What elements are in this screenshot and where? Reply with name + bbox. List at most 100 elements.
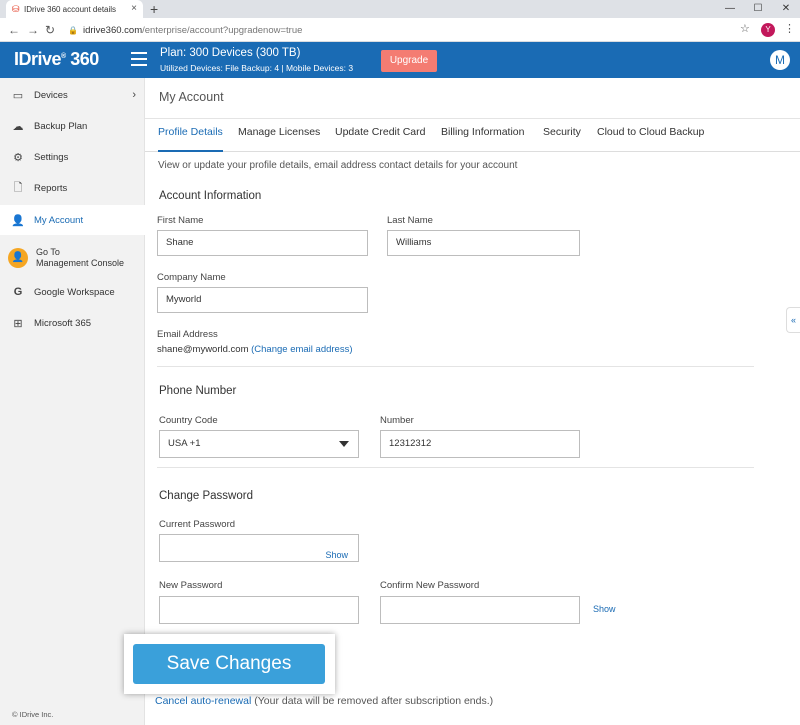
first-name-field[interactable]: Shane [157,230,368,256]
upgrade-button[interactable]: Upgrade [381,50,437,72]
bookmark-star-icon[interactable]: ☆ [740,22,750,35]
back-arrow-icon[interactable]: ← [8,22,20,38]
new-tab-icon[interactable]: + [150,0,158,18]
browser-menu-icon[interactable]: ⋮ [784,22,795,35]
idrive-favicon-icon: ⛁ [12,3,20,14]
sidebar-item-label: Microsoft 365 [34,317,92,329]
maximize-window-icon[interactable]: ☐ [744,0,772,18]
save-changes-button[interactable]: Save Changes [133,644,325,684]
plan-title: Plan: 300 Devices (300 TB) [160,47,301,59]
collapse-panel-icon[interactable]: « [786,307,800,333]
sidebar-item-label: Google Workspace [34,286,115,298]
reload-icon[interactable]: ↻ [45,22,55,38]
tab-close-icon[interactable]: × [131,3,137,15]
sidebar-item-microsoft-365[interactable]: ⊞ Microsoft 365 [0,308,145,338]
sidebar-item-backup-plan[interactable]: ☁ Backup Plan [0,111,145,141]
change-password-heading: Change Password [159,490,253,502]
tab-security[interactable]: Security [543,120,581,152]
account-tabs: Profile Details Manage Licenses Update C… [145,120,800,152]
country-code-select[interactable]: USA +1 [159,430,359,458]
dropdown-arrow-icon [339,441,349,447]
forward-arrow-icon[interactable]: → [27,22,39,38]
console-icon: 👤 [8,248,28,268]
tab-update-credit-card[interactable]: Update Credit Card [335,120,425,152]
last-name-label: Last Name [387,215,433,226]
phone-heading: Phone Number [159,385,237,397]
company-name-field[interactable]: Myworld [157,287,368,313]
hamburger-menu-icon[interactable] [131,52,147,66]
sidebar-item-my-account[interactable]: 👤 My Account [0,205,145,235]
devices-icon: ▭ [12,89,24,102]
change-email-link[interactable]: (Change email address) [251,344,352,355]
country-code-value: USA +1 [168,438,201,449]
show-current-password-link[interactable]: Show [325,543,348,567]
sidebar-item-label: My Account [34,214,84,226]
email-label: Email Address [157,329,218,340]
sidebar-item-label: Go To Management Console [36,247,124,269]
account-info-heading: Account Information [159,190,262,202]
divider [145,118,800,119]
windows-icon: ⊞ [13,317,23,330]
browser-profile-avatar[interactable]: Y [761,23,775,37]
first-name-label: First Name [157,215,204,226]
user-avatar[interactable]: M [770,50,790,70]
tab-title: IDrive 360 account details [24,4,117,14]
app-header: IDrive® 360 Plan: 300 Devices (300 TB) U… [0,42,800,78]
lock-icon: 🔒 [68,25,78,35]
tab-manage-licenses[interactable]: Manage Licenses [238,120,320,152]
country-code-label: Country Code [159,415,218,426]
url-path: /enterprise/account?upgradenow=true [142,24,303,36]
cancel-auto-renewal-link[interactable]: Cancel auto-renewal [155,695,251,707]
company-name-label: Company Name [157,272,226,283]
confirm-password-field[interactable] [380,596,580,624]
document-icon: 🗋 [13,181,23,194]
logo-text: IDrive [14,49,62,69]
url-host: idrive360.com [82,24,143,36]
cancel-renewal-row: Cancel auto-renewal (Your data will be r… [155,695,493,707]
sidebar-item-settings[interactable]: ⚙ Settings [0,142,145,172]
idrive360-logo[interactable]: IDrive® 360 [14,49,99,70]
goto-line2: Management Console [36,258,125,268]
browser-tab[interactable]: ⛁ IDrive 360 account details × [6,0,143,18]
email-row: shane@myworld.com (Change email address) [157,344,353,355]
plan-utilization: Utilized Devices: File Backup: 4 | Mobil… [160,63,354,73]
page-title: My Account [159,90,224,104]
tab-cloud-to-cloud-backup[interactable]: Cloud to Cloud Backup [597,120,704,152]
copyright: © IDrive Inc. [12,710,54,719]
confirm-password-label: Confirm New Password [380,580,480,591]
new-password-field[interactable] [159,596,359,624]
main-content: My Account Profile Details Manage Licens… [145,78,800,725]
intro-text: View or update your profile details, ema… [158,160,518,171]
current-password-label: Current Password [159,519,236,530]
google-icon: G [13,286,23,298]
chevron-right-icon: › [132,89,136,101]
sidebar-item-label: Reports [34,182,68,194]
cancel-note: (Your data will be removed after subscri… [251,695,494,707]
current-password-field[interactable]: Show [159,534,359,562]
minimize-window-icon[interactable]: — [716,0,744,18]
close-window-icon[interactable]: ✕ [772,0,800,18]
logo-number: 360 [65,49,99,69]
sidebar-item-reports[interactable]: 🗋 Reports [0,173,145,203]
show-new-password-link[interactable]: Show [593,604,616,614]
sidebar-item-label: Settings [34,151,69,163]
sidebar-item-label: Devices [34,89,68,101]
sidebar-item-devices[interactable]: ▭ Devices › [0,80,145,110]
divider [157,467,754,468]
number-label: Number [380,415,414,426]
sidebar-item-management-console[interactable]: 👤 Go To Management Console [0,243,145,273]
browser-tab-strip: ⛁ IDrive 360 account details × + — ☐ ✕ [0,0,800,18]
goto-line1: Go To [36,247,60,257]
sidebar-item-label: Backup Plan [34,120,88,132]
tab-billing-information[interactable]: Billing Information [441,120,524,152]
email-value: shane@myworld.com [157,344,249,355]
divider [157,366,754,367]
tab-profile-details[interactable]: Profile Details [158,120,223,152]
phone-number-field[interactable]: 12312312 [380,430,580,458]
url-bar[interactable]: 🔒 idrive360.com/enterprise/account?upgra… [64,21,760,39]
last-name-field[interactable]: Williams [387,230,580,256]
sidebar-item-google-workspace[interactable]: G Google Workspace [0,277,145,307]
cloud-backup-icon: ☁ [12,120,24,133]
sidebar: ▭ Devices › ☁ Backup Plan ⚙ Settings 🗋 R… [0,78,145,725]
save-button-highlight: Save Changes [124,634,335,694]
